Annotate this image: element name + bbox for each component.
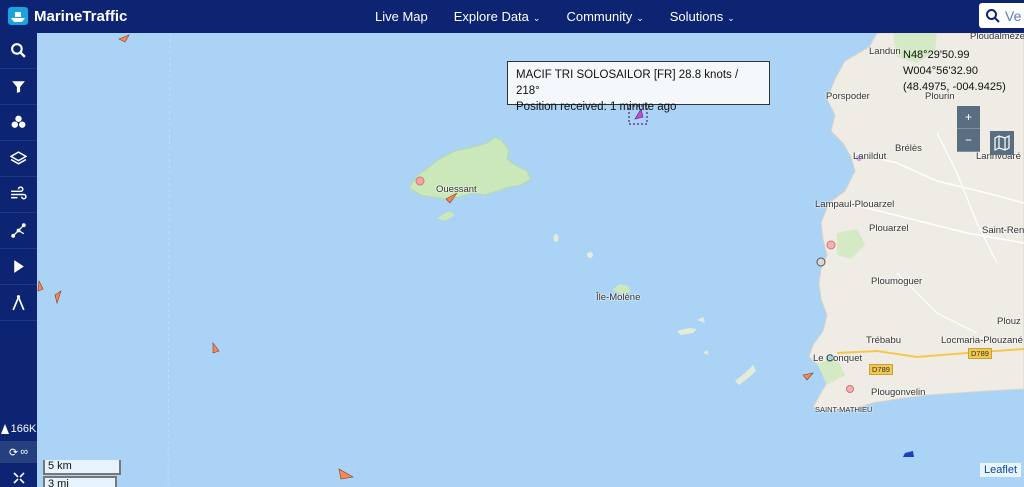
- expand-icon: [12, 472, 25, 484]
- chevron-down-icon: ⌄: [727, 13, 735, 23]
- expand-button[interactable]: [0, 469, 37, 487]
- place-label: SAINT-MATHIEU: [815, 405, 873, 414]
- ship-icon: [0, 424, 9, 434]
- search-button[interactable]: [0, 33, 37, 69]
- place-label: Lampaul-Plouarzel: [815, 199, 895, 210]
- brand-name: MarineTraffic: [34, 7, 128, 25]
- zoom-out-button[interactable]: −: [957, 129, 980, 152]
- layers-button[interactable]: [0, 141, 37, 177]
- place-label: Plouz: [997, 316, 1021, 327]
- wind-icon: [11, 186, 27, 200]
- place-label: Ploumoguer: [871, 276, 923, 287]
- fleets-button[interactable]: [0, 105, 37, 141]
- compass-measure-icon: [12, 295, 25, 311]
- place-label: Plougonvelin: [871, 387, 926, 398]
- search-placeholder: Ve: [1005, 7, 1022, 24]
- place-label: Plouarzel: [869, 223, 909, 234]
- decimal-readout: (48.4975, -004.9425): [903, 81, 1006, 93]
- road-label: D789: [869, 364, 893, 375]
- filter-button[interactable]: [0, 69, 37, 105]
- nav-solutions-label: Solutions: [669, 9, 724, 24]
- place-label: Trébabu: [866, 335, 902, 346]
- top-navigation-bar: MarineTraffic Live Map Explore Data ⌄ Com…: [0, 0, 1024, 33]
- layers-icon: [10, 151, 27, 165]
- chevron-down-icon: ⌄: [532, 13, 541, 23]
- measure-button[interactable]: [0, 285, 37, 321]
- weather-button[interactable]: [0, 177, 37, 213]
- map-icon: [994, 135, 1010, 151]
- scale-km: 5 km: [43, 460, 121, 475]
- vessel-marker: [846, 385, 854, 393]
- leaflet-attribution[interactable]: Leaflet: [980, 463, 1022, 477]
- latitude-readout: N48°29'50.99: [903, 49, 970, 61]
- vessel-marker: [415, 176, 425, 186]
- vessel-marker: [826, 240, 836, 250]
- route-icon: [11, 223, 26, 238]
- cursor-coordinates: N48°29'50.99 W004°56'32.90 (48.4975, -00…: [903, 47, 1006, 95]
- nav-explore-data-label: Explore Data: [453, 9, 529, 24]
- nav-explore-data[interactable]: Explore Data ⌄: [454, 9, 541, 24]
- vessel-count: 166K: [0, 420, 37, 438]
- place-label: Lanildut: [853, 151, 887, 162]
- nav-community-label: Community: [566, 9, 633, 24]
- place-label: Brélès: [895, 143, 922, 154]
- place-label: Ouessant: [436, 184, 477, 195]
- longitude-readout: W004°56'32.90: [903, 65, 978, 77]
- playback-button[interactable]: [0, 249, 37, 285]
- place-label: Landun: [869, 46, 901, 57]
- live-map[interactable]: Ouessant Île-Molène Landun Ploudalmézeau…: [37, 33, 1024, 487]
- zoom-control: + −: [957, 106, 980, 152]
- left-toolbar: 166K ⟳ ∞: [0, 33, 37, 487]
- search-input[interactable]: Ve: [979, 3, 1024, 28]
- ship-logo-icon: [8, 7, 28, 25]
- vessel-tooltip[interactable]: MACIF TRI SOLOSAILOR [FR] 28.8 knots / 2…: [507, 61, 770, 113]
- filter-icon: [12, 81, 25, 93]
- nav-solutions[interactable]: Solutions ⌄: [670, 9, 735, 24]
- place-label: Île-Molène: [596, 292, 641, 303]
- map-type-button[interactable]: [990, 131, 1014, 155]
- vessel-tooltip-title: MACIF TRI SOLOSAILOR [FR] 28.8 knots / 2…: [516, 69, 739, 97]
- fleet-icon: [11, 115, 26, 128]
- play-icon: [14, 260, 24, 273]
- search-icon: [986, 8, 1000, 23]
- nav-live-map[interactable]: Live Map: [375, 9, 428, 24]
- place-label: Locmaria-Plouzané: [941, 335, 1023, 346]
- main-nav: Live Map Explore Data ⌄ Community ⌄ Soluti…: [375, 0, 761, 33]
- vessel-tooltip-position: Position received: 1 minute ago: [516, 101, 677, 113]
- place-label: Le Conquet: [813, 353, 863, 364]
- infinity-label: ∞: [20, 446, 29, 458]
- scale-mi: 3 mi: [43, 476, 117, 487]
- vessel-marker: [816, 257, 826, 267]
- infinity-button[interactable]: ⟳ ∞: [0, 441, 37, 463]
- search-icon: [11, 43, 26, 58]
- tools-button[interactable]: [0, 213, 37, 249]
- place-label: Ploudalmézeau: [970, 33, 1024, 42]
- marinetraffic-logo[interactable]: MarineTraffic: [6, 4, 127, 28]
- vessel-count-label: 166K: [10, 423, 37, 435]
- nav-live-map-label: Live Map: [375, 9, 428, 24]
- road-label: D789: [968, 348, 992, 359]
- zoom-in-button[interactable]: +: [957, 106, 980, 129]
- refresh-icon: ⟳: [8, 446, 19, 459]
- nav-community[interactable]: Community ⌄: [566, 9, 643, 24]
- chevron-down-icon: ⌄: [636, 13, 644, 23]
- place-label: Porspoder: [826, 91, 870, 102]
- map-scale: 5 km 3 mi: [43, 460, 121, 487]
- place-label: Saint-Ren: [982, 225, 1024, 236]
